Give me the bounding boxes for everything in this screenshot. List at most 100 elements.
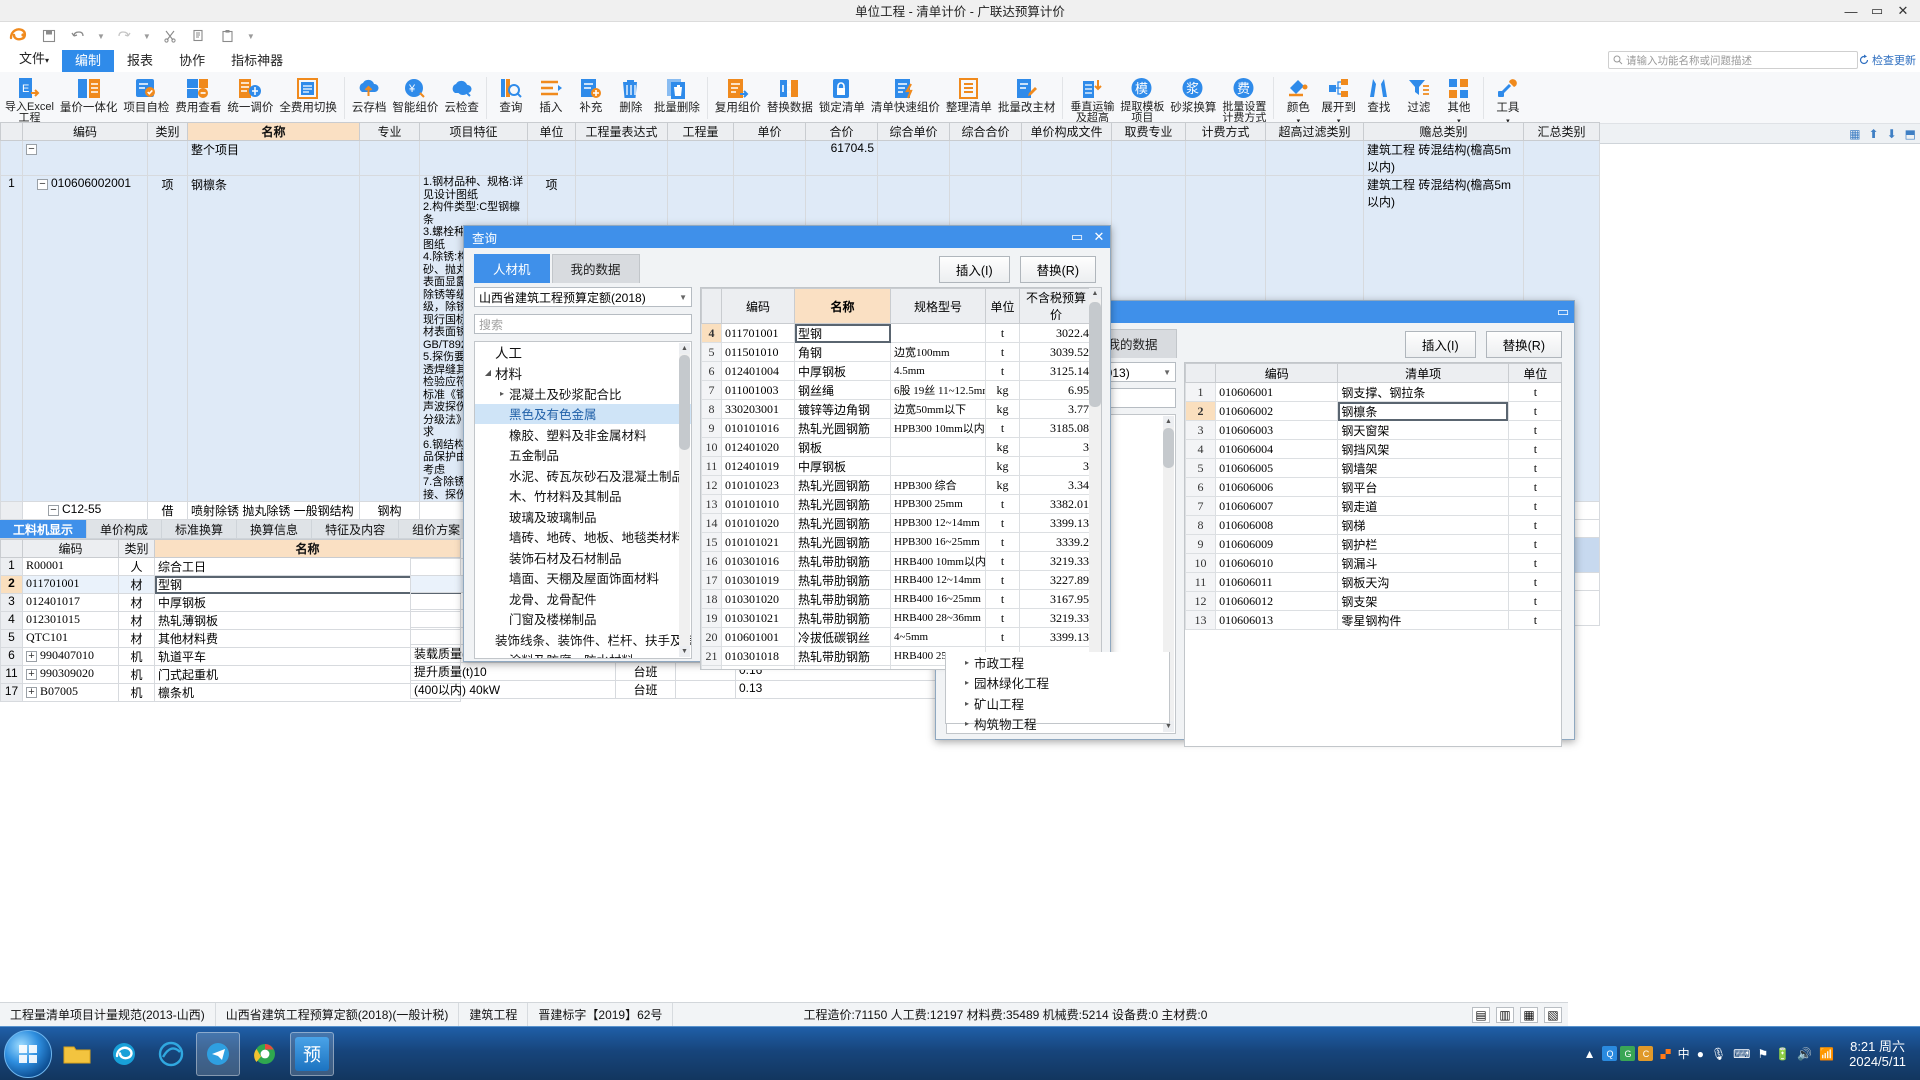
table-cell[interactable] — [667, 140, 734, 176]
table-cell[interactable] — [1523, 140, 1600, 176]
table-cell[interactable]: t — [1507, 458, 1561, 478]
tray-volume-icon[interactable]: 🔊 — [1797, 1047, 1812, 1061]
table-cell[interactable]: 钢梯 — [1337, 515, 1509, 535]
table-cell[interactable]: t — [985, 608, 1020, 628]
expand-icon[interactable]: + — [26, 687, 37, 698]
tray-dot-icon[interactable]: ● — [1697, 1047, 1704, 1061]
row-header[interactable]: 15 — [701, 532, 722, 552]
table-cell[interactable]: 钢天窗架 — [1337, 420, 1509, 440]
table-cell[interactable]: 010606006 — [1215, 477, 1339, 497]
query-tree-node-3[interactable]: 黑色及有色金属 — [475, 403, 691, 424]
table-cell[interactable]: 3227.89 — [1019, 570, 1093, 590]
table-cell[interactable]: 010606013 — [1215, 610, 1339, 630]
query-tree-scrollbar[interactable]: ▲ ▼ — [679, 343, 690, 657]
table-cell[interactable]: 010606003 — [1215, 420, 1339, 440]
taskbar-chrome-icon[interactable] — [243, 1032, 287, 1076]
table-cell[interactable]: HPB300 综合 — [890, 475, 986, 495]
tree-twisty-icon[interactable]: ▸ — [960, 678, 974, 687]
table-cell[interactable]: 61704.5 — [805, 140, 878, 176]
query-tree-node-13[interactable]: 门窗及楼梯制品 — [475, 609, 691, 630]
grid-col-11[interactable]: 综合合价 — [949, 122, 1022, 141]
row-header[interactable]: 22 — [701, 665, 722, 669]
table-row[interactable]: 5 010606005 钢墙架 t — [1185, 458, 1561, 478]
table-cell[interactable] — [575, 140, 668, 176]
table-cell[interactable] — [890, 437, 986, 457]
table-row[interactable]: 2 011701001 材型钢 — [0, 575, 461, 594]
table-row[interactable]: 6 012401004 中厚钢板 4.5mm t 3125.14 — [701, 361, 1093, 381]
query-col-name[interactable]: 名称 — [794, 288, 891, 324]
table-cell[interactable]: 整个项目 — [187, 140, 360, 176]
table-row[interactable]: 6 +990407010 机轨道平车 — [0, 647, 461, 666]
table-cell[interactable]: 3339.2 — [1019, 532, 1093, 552]
tray-badge-q[interactable]: Q — [1602, 1046, 1618, 1061]
ribbon-button-other[interactable]: 其他 ▾ — [1439, 74, 1479, 123]
table-cell[interactable]: 012401019 — [721, 456, 795, 476]
table-cell[interactable]: 010101021 — [721, 532, 795, 552]
tray-keyboard-icon[interactable]: ⌨ — [1733, 1047, 1750, 1061]
table-cell[interactable]: 3022.4 — [1019, 323, 1093, 343]
row-header[interactable]: 4 — [1185, 439, 1217, 459]
expand-icon[interactable]: + — [26, 651, 37, 662]
query-library-select[interactable]: 山西省建筑工程预算定额(2018) ▼ — [474, 287, 692, 307]
list-query-col-code[interactable]: 编码 — [1215, 363, 1339, 383]
ribbon-button-batch-fee[interactable]: 费批量设置 计费方式 — [1219, 74, 1269, 123]
table-cell[interactable]: 热轧带肋钢筋 — [794, 665, 891, 669]
row-header[interactable]: 1 — [0, 557, 23, 576]
row-header[interactable]: 4 — [701, 323, 722, 343]
table-cell[interactable]: 热轧带肋钢筋 — [794, 608, 891, 628]
detail-tab-3[interactable]: 换算信息 — [237, 520, 313, 538]
table-cell[interactable] — [527, 140, 576, 176]
table-cell[interactable]: 010606001 — [1215, 382, 1339, 402]
table-cell[interactable]: 材 — [118, 611, 155, 630]
list-query-maximize-button[interactable]: ▭ — [1552, 304, 1574, 320]
ribbon-button-excel-import[interactable]: E 导入Excel 工程 — [2, 74, 57, 123]
table-cell[interactable]: 010606008 — [1215, 515, 1339, 535]
row-header[interactable]: 2 — [0, 575, 23, 594]
minimize-button[interactable]: — — [1838, 4, 1864, 19]
query-col-code[interactable]: 编码 — [721, 288, 795, 324]
table-cell[interactable]: t — [985, 361, 1020, 381]
table-cell[interactable]: 人 — [118, 557, 155, 576]
table-cell[interactable]: 010101016 — [721, 418, 795, 438]
table-cell[interactable]: 6股 19丝 11~12.5mm — [890, 380, 986, 400]
table-cell[interactable]: 010606002 — [1215, 401, 1339, 421]
table-row[interactable]: 3 010606003 钢天窗架 t — [1185, 420, 1561, 440]
row-header[interactable]: 3 — [0, 593, 23, 612]
query-tree-node-5[interactable]: 五金制品 — [475, 445, 691, 466]
table-cell[interactable] — [1265, 140, 1364, 176]
table-row[interactable]: 10 010606010 钢漏斗 t — [1185, 553, 1561, 573]
table-cell[interactable]: 3219.33 — [1019, 608, 1093, 628]
table-row[interactable]: 17 + B07005 机檩条机 — [0, 683, 461, 702]
table-cell[interactable]: 建筑工程 砖混结构(檐高5m以内) — [1363, 140, 1524, 176]
table-cell[interactable]: 材 — [118, 593, 155, 612]
table-row[interactable]: 6 010606006 钢平台 t — [1185, 477, 1561, 497]
grid-col-2[interactable]: 名称 — [187, 122, 360, 141]
table-cell[interactable]: 3399.13 — [1019, 513, 1093, 533]
ribbon-button-query[interactable]: 查询 — [491, 74, 531, 123]
query-tree-scroll-thumb[interactable] — [679, 355, 690, 450]
table-cell[interactable]: 热轧光圆钢筋 — [794, 418, 891, 438]
table-cell[interactable]: 材 — [118, 575, 155, 594]
grid-col-10[interactable]: 综合单价 — [877, 122, 950, 141]
query-tree-node-7[interactable]: 木、竹材料及其制品 — [475, 486, 691, 507]
table-row[interactable]: 11 012401019 中厚钢板 kg 3 — [701, 456, 1093, 476]
table-cell[interactable]: − — [22, 140, 148, 176]
row-header[interactable]: 6 — [0, 647, 23, 666]
row-header[interactable]: 17 — [0, 683, 23, 702]
table-cell[interactable]: t — [985, 532, 1020, 552]
table-cell[interactable]: 热轧带肋钢筋 — [794, 646, 891, 666]
table-cell[interactable]: 010606011 — [1215, 572, 1339, 592]
table-cell[interactable]: 011501010 — [721, 342, 795, 362]
table-row[interactable]: 18 010301020 热轧带肋钢筋 HRB400 16~25mm t 3167.95 — [701, 589, 1093, 609]
query-dialog-close-button[interactable]: ✕ — [1088, 229, 1110, 245]
table-cell[interactable]: 010301018 — [721, 646, 795, 666]
table-cell[interactable]: 机 — [118, 647, 155, 666]
taskbar-explorer-icon[interactable] — [55, 1032, 99, 1076]
table-cell[interactable]: R00001 — [22, 557, 119, 576]
table-cell[interactable]: − C12-55 — [22, 501, 148, 520]
row-header[interactable]: 1 — [0, 175, 23, 502]
table-row[interactable]: 4 012301015 材热轧薄钢板 — [0, 611, 461, 630]
query-tree-node-9[interactable]: 墙砖、地砖、地板、地毯类材料 — [475, 527, 691, 548]
row-header[interactable]: 2 — [1185, 401, 1217, 421]
table-cell[interactable] — [877, 140, 950, 176]
